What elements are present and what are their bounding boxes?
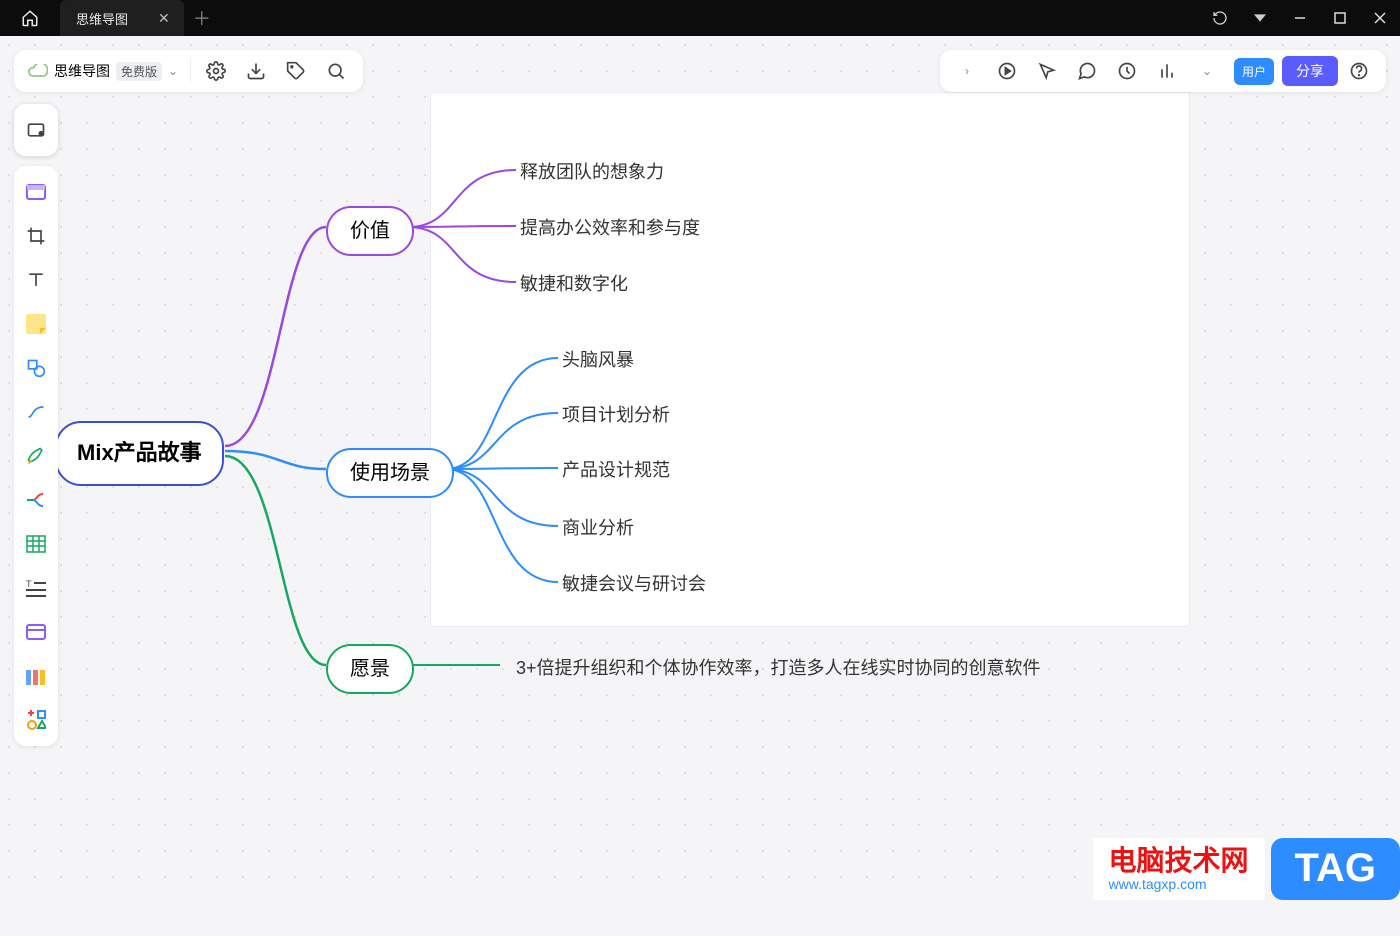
mindmap-leaf[interactable]: 敏捷和数字化 xyxy=(520,270,628,296)
help-icon xyxy=(1349,61,1369,81)
tag-button[interactable] xyxy=(277,52,315,90)
refresh-icon[interactable] xyxy=(1200,0,1240,36)
play-icon xyxy=(997,61,1017,81)
titlebar: 思维导图 ✕ ＋ xyxy=(0,0,1400,36)
share-button[interactable]: 分享 xyxy=(1282,56,1338,86)
help-button[interactable] xyxy=(1340,52,1378,90)
mindmap-node-value[interactable]: 价值 xyxy=(326,206,414,256)
settings-button[interactable] xyxy=(197,52,235,90)
mindmap-root-node[interactable]: Mix产品故事 xyxy=(55,421,224,486)
play-button[interactable] xyxy=(988,52,1026,90)
cursor-button[interactable] xyxy=(1028,52,1066,90)
cloud-icon xyxy=(28,64,48,78)
left-sidebar-bottom xyxy=(14,104,58,876)
more-button[interactable]: ⌄ xyxy=(1188,52,1226,90)
search-button[interactable] xyxy=(317,52,355,90)
chat-icon xyxy=(1077,61,1097,81)
chevron-down-icon[interactable]: ⌄ xyxy=(168,64,178,78)
gear-icon xyxy=(206,61,226,81)
mindmap-leaf[interactable]: 项目计划分析 xyxy=(562,401,670,427)
mindmap-leaf[interactable]: 敏捷会议与研讨会 xyxy=(562,570,706,596)
canvas[interactable]: Mix产品故事 价值 使用场景 愿景 释放团队的想象力 提高办公效率和参与度 敏… xyxy=(0,36,1400,900)
history-button[interactable] xyxy=(1108,52,1146,90)
home-button[interactable] xyxy=(0,0,60,36)
active-tab[interactable]: 思维导图 ✕ xyxy=(60,0,184,36)
user-button[interactable]: 用户 xyxy=(1234,58,1274,85)
mindmap-leaf[interactable]: 头脑风暴 xyxy=(562,346,634,372)
chart-button[interactable] xyxy=(1148,52,1186,90)
tab-title: 思维导图 xyxy=(76,9,128,28)
tag-icon xyxy=(286,61,306,81)
expand-button[interactable]: › xyxy=(948,52,986,90)
chart-icon xyxy=(1157,61,1177,81)
mindmap-leaf[interactable]: 释放团队的想象力 xyxy=(520,158,664,184)
watermark: 电脑技术网 www.tagxp.com TAG xyxy=(1093,838,1400,900)
chevron-down-icon: ⌄ xyxy=(1202,64,1212,78)
minimize-icon[interactable] xyxy=(1280,0,1320,36)
history-icon xyxy=(1117,61,1137,81)
doc-title: 思维导图 xyxy=(54,61,110,81)
close-tab-icon[interactable]: ✕ xyxy=(154,10,174,27)
mindmap-node-scenario[interactable]: 使用场景 xyxy=(326,448,454,498)
mindmap-leaf[interactable]: 3+倍提升组织和个体协作效率，打造多人在线实时协同的创意软件 xyxy=(516,654,1041,680)
maximize-icon[interactable] xyxy=(1320,0,1360,36)
close-window-icon[interactable] xyxy=(1360,0,1400,36)
dropdown-icon[interactable] xyxy=(1240,0,1280,36)
mindmap-leaf[interactable]: 产品设计规范 xyxy=(562,456,670,482)
mindmap-node-vision[interactable]: 愿景 xyxy=(326,644,414,694)
version-badge: 免费版 xyxy=(116,62,162,81)
download-button[interactable] xyxy=(237,52,275,90)
search-icon xyxy=(326,61,346,81)
layers-tool[interactable] xyxy=(16,108,56,152)
watermark-text: 电脑技术网 www.tagxp.com xyxy=(1093,838,1265,900)
layers-icon xyxy=(26,121,46,139)
watermark-tag: TAG xyxy=(1271,838,1400,900)
mindmap-leaf[interactable]: 提高办公效率和参与度 xyxy=(520,214,700,240)
comment-button[interactable] xyxy=(1068,52,1106,90)
toolbar-left-group: 思维导图 免费版 ⌄ xyxy=(14,50,363,92)
toolbar-right-group: › ⌄ 用户 分享 xyxy=(940,50,1386,92)
chevron-right-icon: › xyxy=(965,64,969,78)
home-icon xyxy=(21,9,39,27)
cloud-status[interactable]: 思维导图 免费版 ⌄ xyxy=(22,61,184,81)
new-tab-button[interactable]: ＋ xyxy=(184,5,220,31)
download-icon xyxy=(246,61,266,81)
mindmap-leaf[interactable]: 商业分析 xyxy=(562,514,634,540)
cursor-icon xyxy=(1037,61,1057,81)
